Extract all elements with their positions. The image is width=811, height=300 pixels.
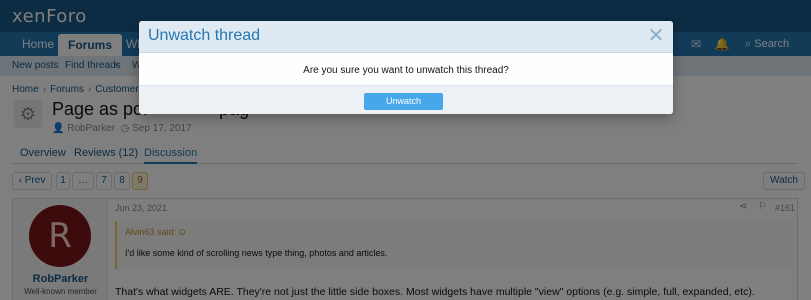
- dialog-title: Unwatch thread: [148, 27, 261, 44]
- dialog-message: Are you sure you want to unwatch this th…: [303, 65, 509, 76]
- dialog-footer: Unwatch: [139, 85, 673, 114]
- unwatch-button[interactable]: Unwatch: [364, 93, 443, 110]
- dialog-header: Unwatch thread ✕: [139, 21, 673, 53]
- unwatch-dialog: Unwatch thread ✕ Are you sure you want t…: [139, 21, 673, 114]
- close-icon[interactable]: ✕: [645, 25, 667, 47]
